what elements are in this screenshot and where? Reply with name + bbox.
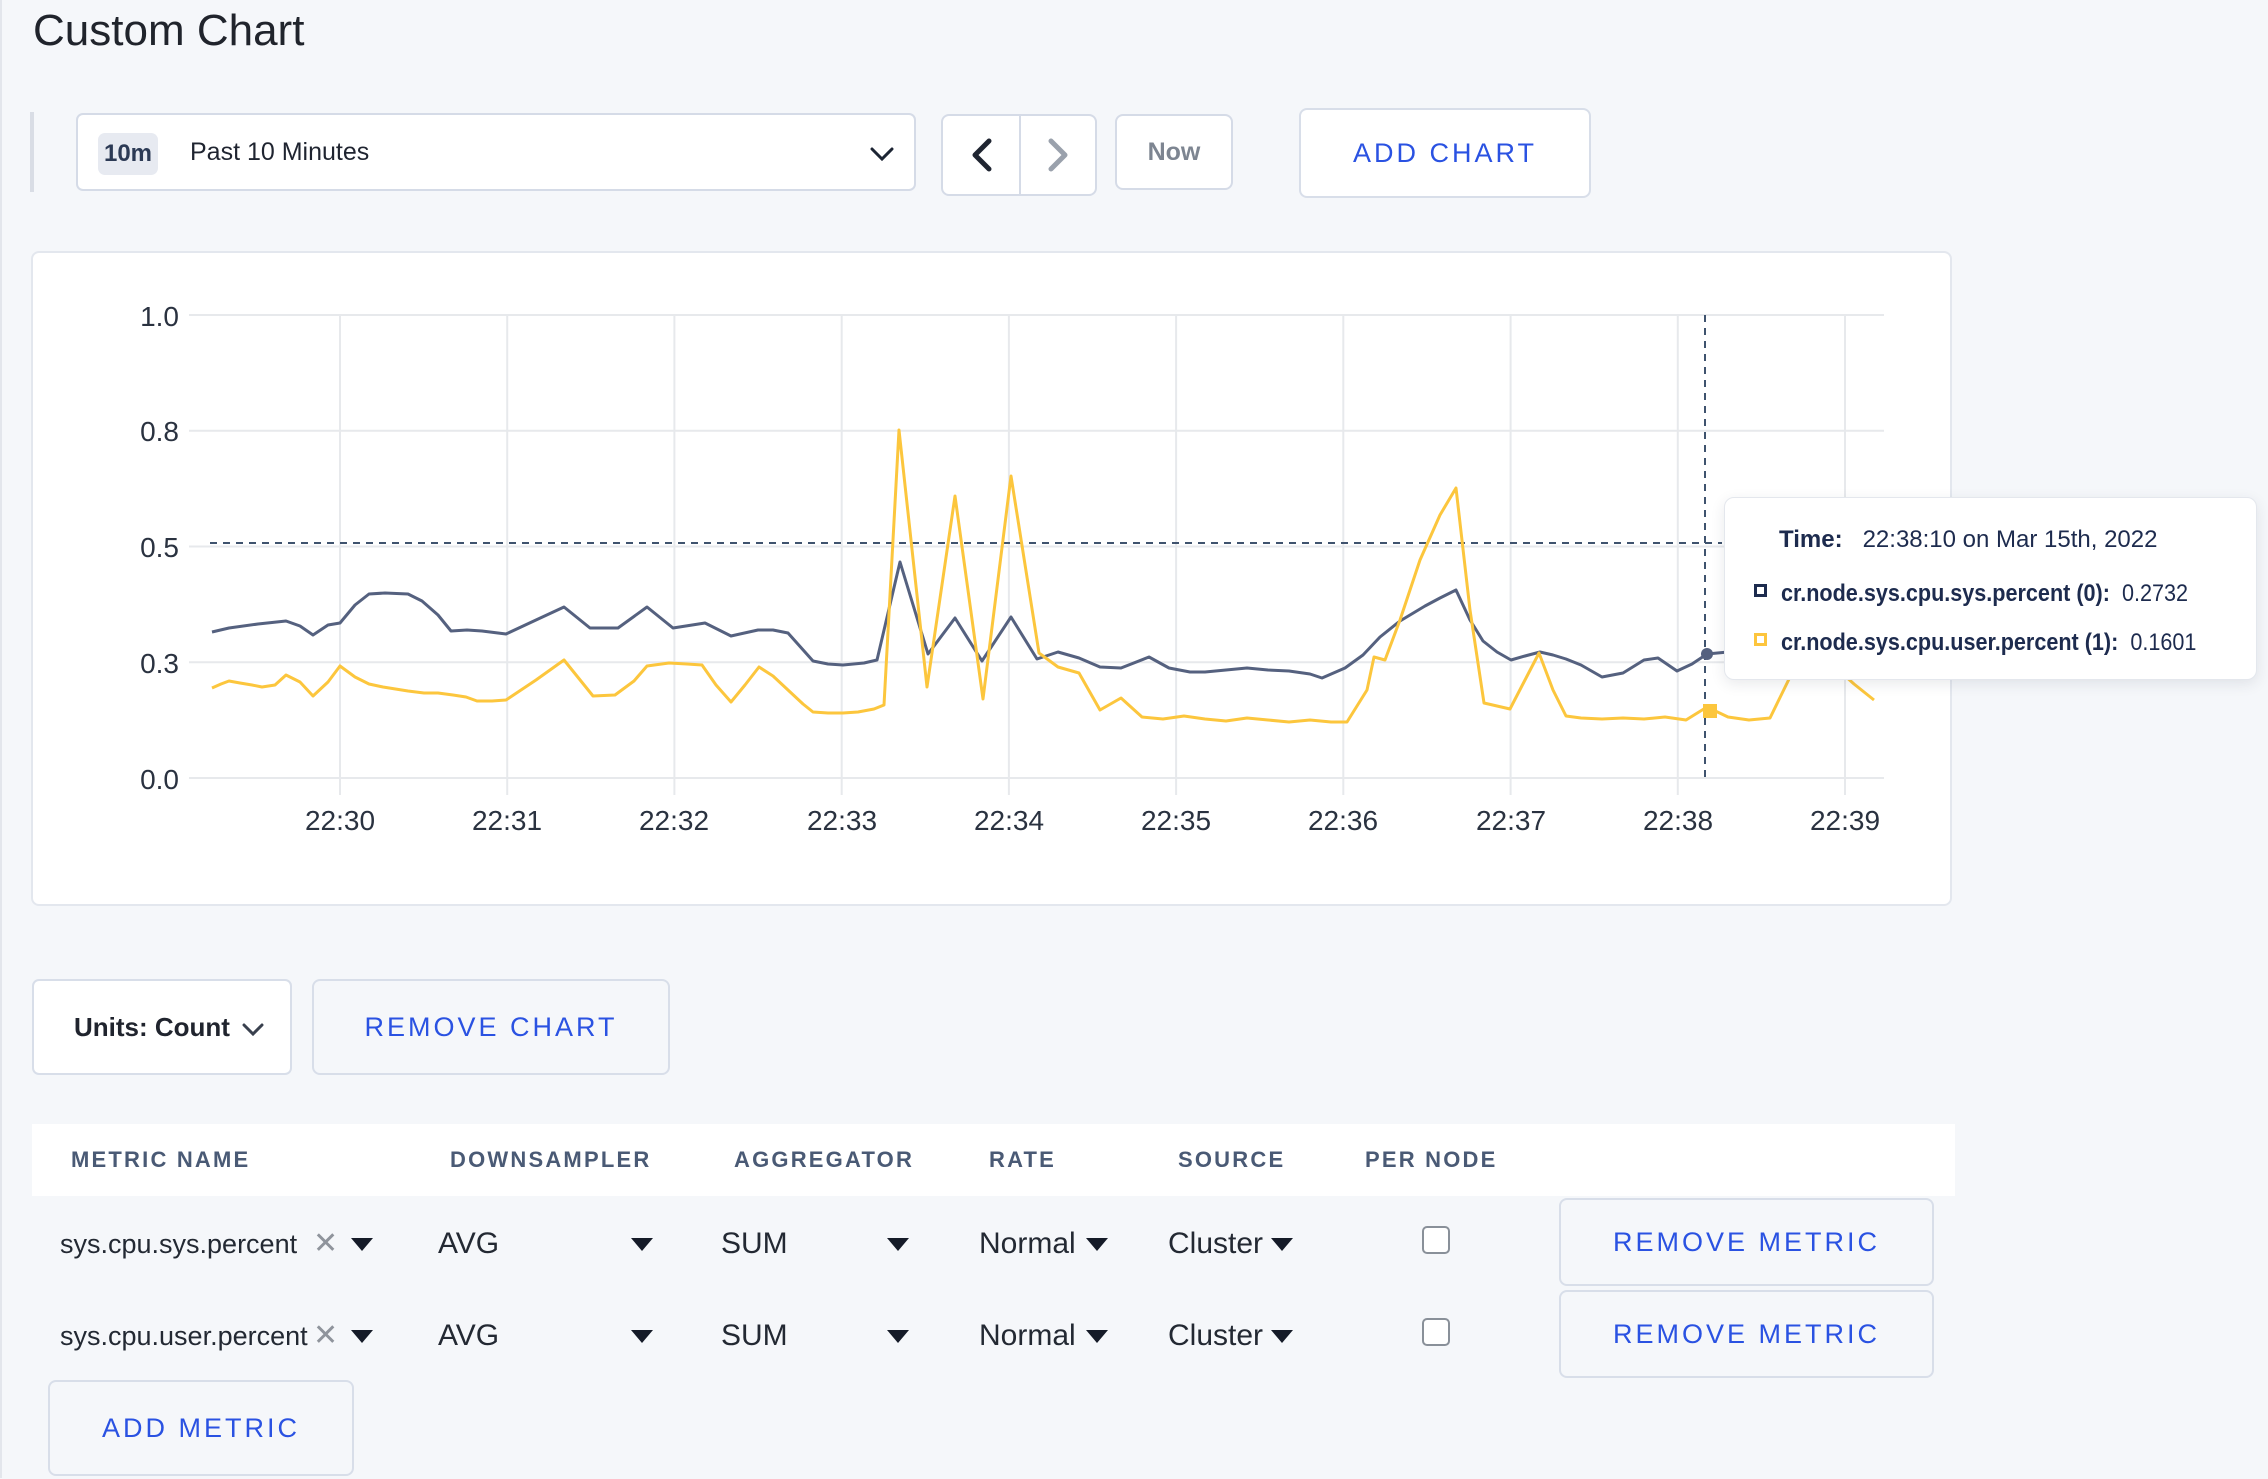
svg-text:22:38: 22:38 xyxy=(1643,805,1713,836)
svg-text:0.5: 0.5 xyxy=(140,532,179,563)
svg-text:22:36: 22:36 xyxy=(1308,805,1378,836)
svg-text:0.8: 0.8 xyxy=(140,416,179,447)
svg-text:22:37: 22:37 xyxy=(1476,805,1546,836)
svg-text:0.3: 0.3 xyxy=(140,648,179,679)
svg-text:22:31: 22:31 xyxy=(472,805,542,836)
svg-text:1.0: 1.0 xyxy=(140,301,179,332)
svg-text:0.0: 0.0 xyxy=(140,764,179,795)
svg-text:22:32: 22:32 xyxy=(639,805,709,836)
svg-text:22:35: 22:35 xyxy=(1141,805,1211,836)
svg-text:22:30: 22:30 xyxy=(305,805,375,836)
svg-text:22:39: 22:39 xyxy=(1810,805,1880,836)
svg-text:22:33: 22:33 xyxy=(807,805,877,836)
svg-text:22:34: 22:34 xyxy=(974,805,1044,836)
